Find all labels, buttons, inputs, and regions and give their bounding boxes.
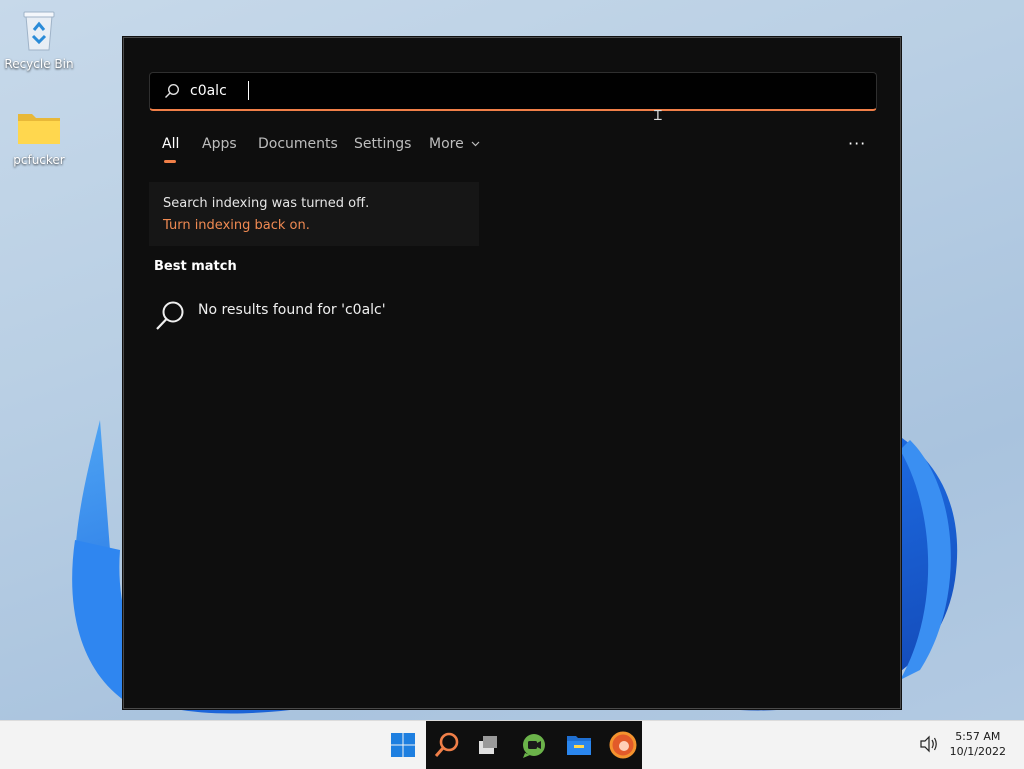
edge-icon[interactable] <box>609 731 637 759</box>
clock-date: 10/1/2022 <box>949 745 1006 758</box>
ibeam-cursor-icon: Ɪ <box>654 108 662 124</box>
search-icon[interactable] <box>433 731 461 759</box>
no-results-text: No results found for 'c0alc' <box>198 302 386 318</box>
speaker-icon[interactable] <box>919 735 939 753</box>
tab-apps[interactable]: Apps <box>202 136 237 152</box>
more-options-button[interactable]: ··· <box>848 134 866 153</box>
no-results-item: No results found for 'c0alc' <box>154 300 474 330</box>
tab-more-label: More <box>429 136 464 152</box>
tab-settings[interactable]: Settings <box>354 136 411 152</box>
indexing-notice-message: Search indexing was turned off. <box>163 196 370 211</box>
search-icon <box>156 301 184 330</box>
turn-indexing-on-link[interactable]: Turn indexing back on. <box>163 218 310 233</box>
tab-documents[interactable]: Documents <box>258 136 338 152</box>
tab-all[interactable]: All <box>162 136 179 163</box>
clock[interactable]: 5:57 AM 10/1/2022 <box>950 729 1006 759</box>
windows-logo-icon[interactable] <box>389 731 417 759</box>
taskbar: 5:57 AM 10/1/2022 <box>0 720 1024 769</box>
chevron-down-icon <box>471 141 480 147</box>
search-box[interactable] <box>149 72 877 111</box>
task-view-icon[interactable] <box>474 731 502 759</box>
indexing-notice: Search indexing was turned off. Turn ind… <box>149 182 479 246</box>
desktop-icon-pcfucker-folder[interactable]: pcfucker <box>1 108 77 167</box>
desktop-icon-label: Recycle Bin <box>4 57 74 71</box>
tab-more[interactable]: More <box>429 136 480 152</box>
file-explorer-icon[interactable] <box>565 731 593 759</box>
clock-time: 5:57 AM <box>955 730 1001 743</box>
desktop-icon-label: pcfucker <box>13 153 65 167</box>
best-match-heading: Best match <box>154 259 237 274</box>
search-flyout: Ɪ All Apps Documents Settings More ··· S… <box>123 37 901 709</box>
desktop-icon-recycle-bin[interactable]: Recycle Bin <box>1 8 77 71</box>
recycle-bin-icon <box>23 11 55 51</box>
search-icon <box>165 83 180 98</box>
text-caret <box>248 81 249 100</box>
folder-icon <box>18 114 60 144</box>
chat-icon[interactable] <box>520 731 548 759</box>
search-input[interactable] <box>190 79 850 103</box>
